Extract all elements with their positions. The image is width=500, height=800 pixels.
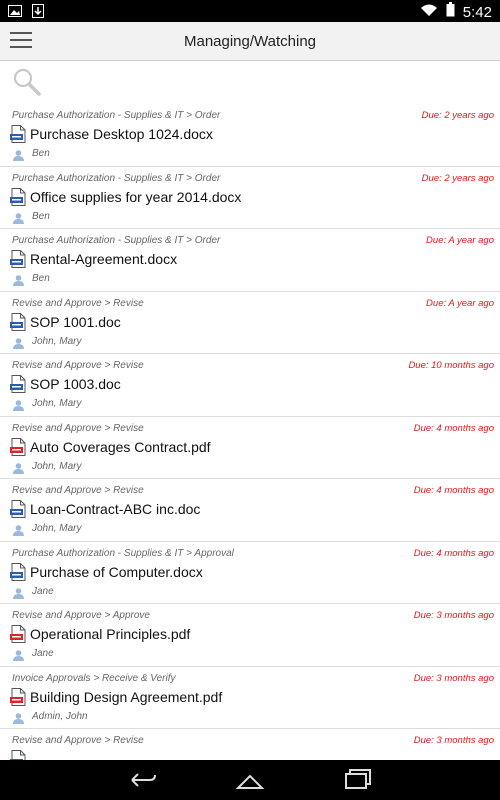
assignees: John, Mary xyxy=(32,460,82,472)
person-icon xyxy=(12,273,25,286)
status-bar: 5:42 xyxy=(0,0,500,22)
due-date-label: Due: 10 months ago xyxy=(408,360,494,371)
task-list-item[interactable]: Revise and Approve > Approve Due: 3 mont… xyxy=(0,604,500,667)
document-name: Purchase Desktop 1024.docx xyxy=(30,126,213,142)
person-icon xyxy=(12,211,25,224)
task-list: Purchase Authorization - Supplies & IT >… xyxy=(0,104,500,760)
task-workflow-path: Revise and Approve > Revise xyxy=(12,485,144,496)
document-name: Loan-Contract-ABC inc.doc xyxy=(30,501,201,517)
person-icon xyxy=(12,523,25,536)
document-name: SOP 1001.doc xyxy=(30,313,121,330)
due-date-label: Due: 3 months ago xyxy=(413,610,494,621)
task-workflow-path: Purchase Authorization - Supplies & IT >… xyxy=(12,172,221,184)
task-list-item[interactable]: Purchase Authorization - Supplies & IT >… xyxy=(0,542,500,604)
home-icon[interactable] xyxy=(235,768,265,792)
back-icon[interactable] xyxy=(128,768,158,792)
recent-apps-icon[interactable] xyxy=(342,768,372,792)
person-icon xyxy=(12,336,25,349)
search-bar xyxy=(0,61,500,103)
document-name: Building Design Agreement.pdf xyxy=(30,688,223,705)
due-date-label: Due: 3 months ago xyxy=(413,735,494,746)
word-document-icon xyxy=(10,125,26,143)
due-date-label: Due: 2 years ago xyxy=(421,172,494,184)
assignees: John, Mary xyxy=(32,335,82,347)
task-list-item[interactable]: Revise and Approve > Revise Due: 4 month… xyxy=(0,479,500,542)
battery-icon xyxy=(446,2,455,22)
task-workflow-path: Purchase Authorization - Supplies & IT >… xyxy=(12,110,221,121)
person-icon xyxy=(12,398,25,411)
assignees: John, Mary xyxy=(32,523,82,534)
document-name: Auto Coverages Contract.pdf xyxy=(30,438,211,455)
due-date-label: Due: 2 years ago xyxy=(421,110,494,121)
word-document-icon xyxy=(10,750,26,760)
person-icon xyxy=(12,148,25,161)
page-title: Managing/Watching xyxy=(183,33,317,50)
word-document-icon xyxy=(10,562,26,581)
due-date-label: Due: 4 months ago xyxy=(413,422,494,434)
assignees: Ben xyxy=(32,210,50,222)
document-name: Office supplies for year 2014.docx xyxy=(30,188,242,205)
download-icon xyxy=(32,4,44,23)
assignees: Ben xyxy=(32,148,50,159)
word-document-icon xyxy=(10,375,26,393)
word-document-icon xyxy=(10,187,26,206)
due-date-label: Due: A year ago xyxy=(426,297,494,309)
pdf-icon xyxy=(10,625,26,643)
document-name: Purchase of Computer.docx xyxy=(30,563,203,580)
task-workflow-path: Revise and Approve > Approve xyxy=(12,610,150,621)
assignees: Jane xyxy=(32,585,54,597)
task-workflow-path: Purchase Authorization - Supplies & IT >… xyxy=(12,235,221,246)
word-document-icon xyxy=(10,250,26,268)
task-list-item[interactable]: Purchase Authorization - Supplies & IT >… xyxy=(0,104,500,167)
task-list-item[interactable]: Revise and Approve > Revise Due: 4 month… xyxy=(0,417,500,479)
assignees: Ben xyxy=(32,273,50,284)
person-icon xyxy=(12,711,25,724)
clock: 5:42 xyxy=(462,3,492,21)
task-list-item[interactable]: Revise and Approve > Revise Due: A year … xyxy=(0,292,500,354)
task-list-item[interactable]: Purchase Authorization - Supplies & IT >… xyxy=(0,229,500,292)
task-list-item[interactable]: Revise and Approve > Revise Due: 3 month… xyxy=(0,729,500,760)
person-icon xyxy=(12,586,25,599)
due-date-label: Due: A year ago xyxy=(426,235,494,246)
wifi-icon xyxy=(420,3,438,22)
assignees: Jane xyxy=(32,648,54,659)
due-date-label: Due: 3 months ago xyxy=(413,672,494,684)
task-workflow-path: Revise and Approve > Revise xyxy=(12,297,144,309)
document-name: Operational Principles.pdf xyxy=(30,626,191,642)
assignees: John, Mary xyxy=(32,398,82,409)
navigation-bar xyxy=(0,760,500,800)
due-date-label: Due: 4 months ago xyxy=(413,547,494,559)
word-document-icon xyxy=(10,312,26,331)
task-workflow-path: Revise and Approve > Revise xyxy=(12,735,144,746)
word-document-icon xyxy=(10,500,26,518)
task-workflow-path: Purchase Authorization - Supplies & IT >… xyxy=(12,547,234,559)
document-name: Rental-Agreement.docx xyxy=(30,251,178,267)
task-workflow-path: Revise and Approve > Revise xyxy=(12,360,144,371)
task-list-item[interactable]: Purchase Authorization - Supplies & IT >… xyxy=(0,167,500,229)
pdf-icon xyxy=(10,437,26,456)
document-name: SOP 1003.doc xyxy=(30,376,121,392)
search-icon[interactable] xyxy=(12,67,42,97)
pdf-icon xyxy=(10,687,26,706)
person-icon xyxy=(12,648,25,661)
person-icon xyxy=(12,461,25,474)
task-list-item[interactable]: Invoice Approvals > Receive & Verify Due… xyxy=(0,667,500,729)
due-date-label: Due: 4 months ago xyxy=(413,485,494,496)
task-list-item[interactable]: Revise and Approve > Revise Due: 10 mont… xyxy=(0,354,500,417)
task-workflow-path: Revise and Approve > Revise xyxy=(12,422,144,434)
gallery-icon xyxy=(8,4,22,23)
task-workflow-path: Invoice Approvals > Receive & Verify xyxy=(12,672,176,684)
app-bar: Managing/Watching xyxy=(0,22,500,61)
assignees: Admin, John xyxy=(32,710,88,722)
